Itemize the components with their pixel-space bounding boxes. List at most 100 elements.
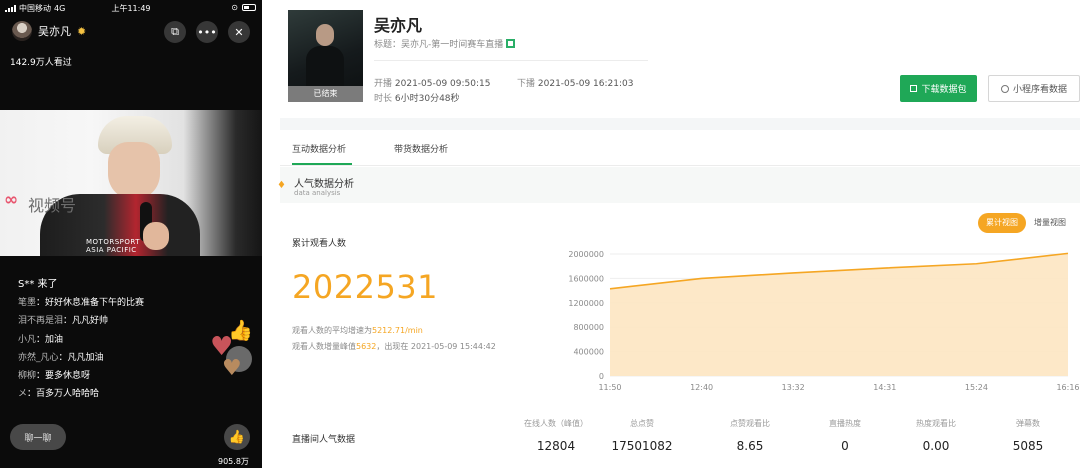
metric-value: 2022531 xyxy=(292,268,439,306)
stat-value: 5085 xyxy=(1012,439,1044,453)
view-toggle: 累计视图 增量视图 xyxy=(978,213,1074,233)
chat-button[interactable]: 聊一聊 xyxy=(10,424,66,450)
live-phone-panel: 中国移动 4G 上午11:49 ⊙ 吴亦凡 ✹ ⧉ ••• ✕ 142.9万人看… xyxy=(0,0,262,468)
comment-text: ：凡凡好帅 xyxy=(63,316,109,327)
peak-increment: 观看人数增量峰值5632，出现在 2021-05-09 15:44:42 xyxy=(292,342,496,351)
stat-item: 弹幕数 5085 xyxy=(983,418,1073,453)
section-title: 人气数据分析 xyxy=(294,179,354,190)
stat-label: 直播热度 xyxy=(829,419,861,428)
mini-program-button[interactable]: 小程序看数据 xyxy=(988,75,1080,102)
y-tick-label: 800000 xyxy=(573,323,604,332)
comment-text: ：百多万人哈哈哈 xyxy=(27,389,100,400)
stat-item: 热度观看比 0.00 xyxy=(891,418,981,453)
divider xyxy=(374,60,648,61)
comment-author: 柳柳 xyxy=(18,371,37,382)
watch-count: 142.9万人看过 xyxy=(10,58,72,68)
footer-label: 直播间人气数据 xyxy=(292,435,356,445)
ban-icon xyxy=(1000,84,1009,93)
y-tick-label: 1200000 xyxy=(568,299,604,308)
y-tick-label: 2000000 xyxy=(568,250,604,259)
channels-logo-icon: ∞ xyxy=(4,190,19,210)
qr-code-icon[interactable] xyxy=(506,39,516,48)
end-time: 下播 2021-05-09 16:21:03 xyxy=(517,79,634,89)
cover-body xyxy=(306,46,344,86)
analysis-tabs: 互动数据分析 带货数据分析 xyxy=(280,130,1080,166)
analytics-dashboard: 已结束 吴亦凡 标题：吴亦凡-第一时间赛车直播 开播 2021-05-09 09… xyxy=(277,0,1080,468)
like-count: 905.8万 xyxy=(218,457,249,466)
metric-label: 累计观看人数 xyxy=(292,239,347,249)
chart-svg: 0 400000 800000 1200000 1600000 2000000 11:50 1… xyxy=(568,250,1079,392)
comment-item: 小凡：加油 xyxy=(18,331,208,349)
y-tick-label: 0 xyxy=(599,372,604,381)
download-label: 下载数据包 xyxy=(921,85,967,95)
download-icon xyxy=(910,85,918,92)
stat-value: 0 xyxy=(841,439,849,453)
download-data-button[interactable]: 下载数据包 xyxy=(900,75,977,102)
more-icon: ••• xyxy=(197,25,217,39)
share-icon: ⧉ xyxy=(171,25,179,38)
comment-author: メ xyxy=(18,389,28,400)
floating-likes: 👍 ♥ ♥ xyxy=(206,318,256,388)
x-tick-label: 12:40 xyxy=(690,383,713,392)
comment-author: 亦然_凡心 xyxy=(18,352,59,363)
close-button[interactable]: ✕ xyxy=(228,21,250,43)
stat-item: 在线人数（峰值） 12804 xyxy=(511,418,601,453)
status-time: 上午11:49 xyxy=(111,4,151,13)
comment-item: 泪不再是泪：凡凡好帅 xyxy=(18,312,208,330)
y-tick-label: 400000 xyxy=(573,348,604,357)
tab-interaction[interactable]: 互动数据分析 xyxy=(292,142,346,155)
stat-item: 点赞观看比 8.65 xyxy=(705,418,795,453)
stat-value: 0.00 xyxy=(922,439,950,453)
section-gap xyxy=(280,118,1080,130)
stat-value: 8.65 xyxy=(736,439,764,453)
comment-item: 笔墨：好好休息准备下午的比赛 xyxy=(18,294,208,312)
comment-item: 柳柳：要多休息呀 xyxy=(18,367,208,385)
video-person-hand xyxy=(143,222,169,250)
host-info[interactable]: 吴亦凡 ✹ xyxy=(12,21,86,41)
mini-program-label: 小程序看数据 xyxy=(1012,85,1067,95)
verified-icon: ✹ xyxy=(77,24,87,38)
area-fill xyxy=(610,253,1068,376)
tab-sales[interactable]: 带货数据分析 xyxy=(394,142,448,155)
incremental-view-toggle[interactable]: 增量视图 xyxy=(1026,213,1074,233)
comment-text: ：要多休息呀 xyxy=(36,371,91,382)
section-header: ♦ 人气数据分析 data analysis xyxy=(277,167,1080,203)
thumbs-up-icon: 👍 xyxy=(228,429,246,445)
cover-face xyxy=(316,24,334,46)
host-name: 吴亦凡 xyxy=(38,25,71,38)
like-button[interactable]: 👍 xyxy=(224,424,250,450)
video-person-face xyxy=(108,142,160,200)
page-title: 吴亦凡 xyxy=(374,16,423,35)
comment-item: メ：百多万人哈哈哈 xyxy=(18,385,208,403)
stat-label: 弹幕数 xyxy=(1016,419,1040,428)
comment-text: ：加油 xyxy=(36,334,64,345)
status-bar: 中国移动 4G 上午11:49 ⊙ xyxy=(0,0,262,16)
cumulative-viewers-chart: 0 400000 800000 1200000 1600000 2000000 11:50 1… xyxy=(560,244,1080,394)
comment-text: ：好好休息准备下午的比赛 xyxy=(36,298,145,309)
comment-author: 笔墨 xyxy=(18,298,37,309)
jacket-text: MOTORSPORT ASIA PACIFIC xyxy=(86,238,141,254)
tab-active-indicator xyxy=(292,163,352,165)
avatar[interactable] xyxy=(12,21,32,41)
section-subtitle: data analysis xyxy=(294,189,341,197)
live-video[interactable]: ∞ 视频号 MOTORSPORT ASIA PACIFIC xyxy=(0,110,262,256)
comment-text: ：凡凡加油 xyxy=(58,352,104,363)
comment-list: S** 来了 笔墨：好好休息准备下午的比赛 泪不再是泪：凡凡好帅 小凡：加油 亦然_凡心… xyxy=(18,276,208,403)
growth-rate: 观看人数的平均增速为5212.71/min xyxy=(292,326,423,335)
x-tick-label: 11:50 xyxy=(598,383,621,392)
live-subtitle: 标题：吴亦凡-第一时间赛车直播 xyxy=(374,37,516,50)
close-icon: ✕ xyxy=(234,25,244,39)
stat-label: 热度观看比 xyxy=(916,419,956,428)
like-icon: ♥ xyxy=(222,356,242,381)
share-button[interactable]: ⧉ xyxy=(164,21,186,43)
stat-label: 点赞观看比 xyxy=(730,419,770,428)
stat-value: 17501082 xyxy=(611,439,673,453)
flame-icon: ♦ xyxy=(277,180,286,191)
more-button[interactable]: ••• xyxy=(196,21,218,43)
comment-text: S** 来了 xyxy=(18,279,58,290)
comment-author: 小凡 xyxy=(18,334,37,345)
video-watermark: 视频号 xyxy=(28,196,77,215)
comment-item: S** 来了 xyxy=(18,276,208,294)
x-tick-label: 16:16 xyxy=(1056,383,1079,392)
cumulative-view-toggle[interactable]: 累计视图 xyxy=(978,213,1026,233)
